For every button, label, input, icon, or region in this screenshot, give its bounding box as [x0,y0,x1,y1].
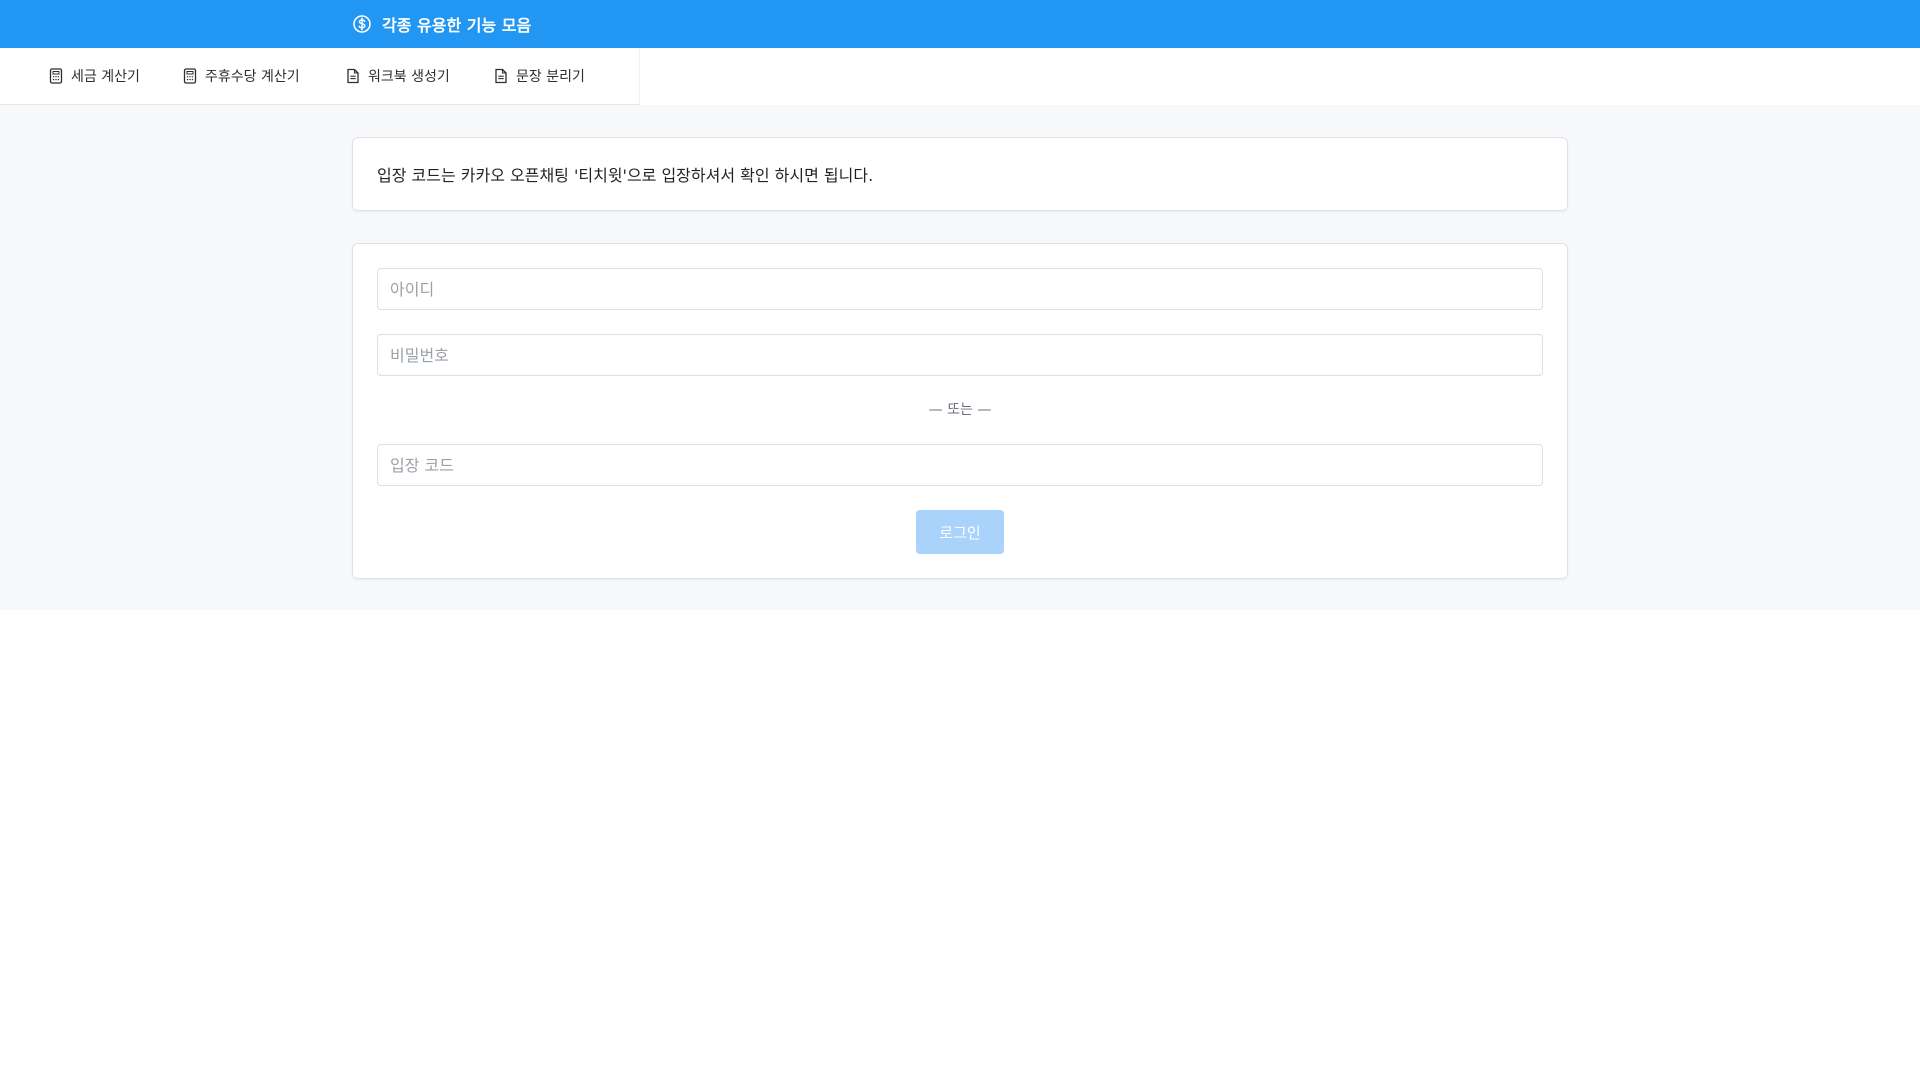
nav-item-tax-calculator[interactable]: 세금 계산기 [49,48,140,104]
password-input[interactable] [377,334,1543,376]
notice-card: 입장 코드는 카카오 오픈채팅 '티치윗'으로 입장하셔서 확인 하시면 됩니다… [352,137,1568,211]
calculator-icon [183,68,197,84]
entry-code-input[interactable] [377,444,1543,486]
nav-item-label: 워크북 생성기 [368,69,450,85]
top-nav: 세금 계산기 주휴수당 계산기 워크북 생성기 문장 분리기 [0,48,640,105]
nav-item-label: 주휴수당 계산기 [205,69,300,85]
calculator-icon [49,68,63,84]
nav-item-label: 문장 분리기 [516,69,585,85]
nav-item-holiday-pay-calculator[interactable]: 주휴수당 계산기 [183,48,300,104]
app-brand[interactable]: 각종 유용한 기능 모음 [352,0,531,48]
file-text-icon [494,68,508,84]
nav-item-sentence-splitter[interactable]: 문장 분리기 [494,48,585,104]
login-card: — 또는 — 로그인 [352,243,1568,579]
nav-item-label: 세금 계산기 [71,69,140,85]
app-header: 각종 유용한 기능 모음 [0,0,1920,48]
dollar-circle-icon [352,14,372,34]
or-divider: — 또는 — [928,402,992,418]
id-input[interactable] [377,268,1543,310]
file-text-icon [346,68,360,84]
nav-item-workbook-generator[interactable]: 워크북 생성기 [346,48,450,104]
login-button[interactable]: 로그인 [916,510,1004,554]
notice-text: 입장 코드는 카카오 오픈채팅 '티치윗'으로 입장하셔서 확인 하시면 됩니다… [377,166,874,185]
app-title: 각종 유용한 기능 모음 [382,16,532,35]
